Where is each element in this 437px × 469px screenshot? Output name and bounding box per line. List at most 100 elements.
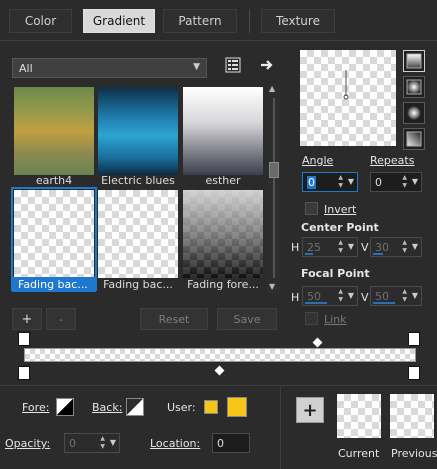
tab-pattern[interactable]: Pattern [163,9,237,33]
focal-h-spinner[interactable]: 50 ▲ ▼ ▼ [302,286,358,306]
sunburst-style-button[interactable] [403,102,425,124]
tab-color[interactable]: Color [9,9,72,33]
radial-style-button[interactable] [403,128,425,150]
user-swatch-small[interactable] [204,400,218,414]
tab-separator [249,9,250,33]
button-label: - [59,312,63,326]
gradient-label: earth4 [35,174,73,187]
center-v-value: 30 [375,240,389,254]
scroll-down-icon[interactable]: ▼ [269,282,275,291]
chevron-down-icon[interactable]: ▼ [412,242,418,251]
gradient-thumb-electric-blues[interactable] [98,87,178,175]
focal-v-spinner[interactable]: 50 ▲ ▼ ▼ [370,286,422,306]
tab-label: Color [24,14,57,28]
back-swatch[interactable] [126,398,144,416]
focal-h-level-bar [305,302,327,304]
location-label-text: Location: [150,437,201,450]
angle-spinner[interactable]: 0 ▲ ▼ ▼ [302,172,358,192]
invert-checkbox[interactable] [305,202,318,215]
category-dropdown[interactable]: All ▼ [12,58,207,78]
focal-v-level-bar [373,302,395,304]
focal-h-label: H [291,291,300,304]
bottom-divider [0,385,437,386]
center-h-label: H [291,241,300,254]
gradient-ramp[interactable] [24,348,416,362]
fore-label-text: Fore: [22,401,50,414]
spinner-arrows-icon[interactable]: ▲ ▼ [100,435,105,451]
spinner-arrows-icon[interactable]: ▲ ▼ [402,174,407,190]
spinner-arrows-icon[interactable]: ▲ ▼ [338,239,343,255]
gradient-label: Fading fore... [187,278,259,291]
previous-preview[interactable] [390,394,434,438]
opacity-label-text: Opacity: [5,437,51,450]
remove-gradient-button[interactable]: - [46,308,76,330]
tab-label: Texture [276,14,320,28]
chevron-down-icon[interactable]: ▼ [110,438,116,447]
opacity-label: Opacity: [5,437,50,450]
scrollbar-track[interactable] [273,98,275,278]
center-v-label: V [361,241,369,254]
scrollbar-thumb[interactable] [269,162,279,178]
arrow-right-icon[interactable] [259,57,275,73]
gradient-thumb-fading-foreground[interactable] [183,190,263,278]
gradient-thumb-earth4[interactable] [14,87,94,175]
chevron-down-icon: ▼ [193,62,200,72]
tab-texture[interactable]: Texture [261,9,335,33]
add-to-presets-button[interactable]: + [296,397,324,423]
chevron-down-icon[interactable]: ▼ [348,291,354,300]
current-label: Current [338,447,380,460]
list-view-icon[interactable] [225,57,241,73]
opacity-spinner[interactable]: 0 ▲ ▼ ▼ [64,433,120,453]
gradient-thumb-fading-background[interactable] [14,190,94,278]
chevron-down-icon[interactable]: ▼ [412,177,418,186]
center-h-spinner[interactable]: 25 ▲ ▼ ▼ [302,237,358,257]
opacity-stop-right[interactable] [408,332,420,346]
preview-divider [280,386,281,469]
link-checkbox[interactable] [305,312,318,325]
spinner-arrows-icon[interactable]: ▲ ▼ [338,174,343,190]
center-v-spinner[interactable]: 30 ▲ ▼ ▼ [370,237,422,257]
previous-label: Previous [391,447,437,460]
chevron-down-icon[interactable]: ▼ [412,291,418,300]
current-preview[interactable] [337,394,381,438]
fore-swatch[interactable] [56,398,74,416]
repeats-value: 0 [375,175,382,189]
focal-h-value: 50 [307,289,321,303]
repeats-label-text: Repeats [370,154,415,167]
scroll-up-icon[interactable]: ▲ [269,84,275,93]
reset-button[interactable]: Reset [140,308,208,330]
user-swatch[interactable] [227,397,247,417]
focal-v-value: 50 [375,289,389,303]
angle-label: Angle [302,154,333,167]
spinner-arrows-icon[interactable]: ▲ ▼ [402,239,407,255]
link-label-text: Link [324,313,347,326]
link-label: Link [324,313,347,326]
tab-divider [0,40,437,41]
rectangular-style-button[interactable] [403,76,425,98]
repeats-spinner[interactable]: 0 ▲ ▼ ▼ [370,172,422,192]
gradient-thumb-fading-background-2[interactable] [98,190,178,278]
chevron-down-icon[interactable]: ▼ [348,242,354,251]
angle-value: 0 [307,175,316,189]
center-v-level-bar [373,253,383,255]
spinner-arrows-icon[interactable]: ▲ ▼ [338,288,343,304]
color-stop-right[interactable] [408,366,420,380]
gradient-list-scrollbar[interactable]: ▲ ▼ [268,84,280,294]
category-value: All [19,61,33,75]
chevron-down-icon[interactable]: ▼ [348,177,354,186]
center-h-level-bar [305,253,313,255]
location-field[interactable]: 0 [212,433,250,453]
location-label: Location: [150,437,200,450]
add-gradient-button[interactable]: + [12,308,42,330]
gradient-thumb-esther[interactable] [183,87,263,175]
back-label: Back: [92,401,122,414]
linear-style-button[interactable] [403,50,425,72]
gradient-preview[interactable] [300,50,396,146]
button-label: + [302,399,318,421]
opacity-stop-left[interactable] [18,332,30,346]
save-button[interactable]: Save [217,308,277,330]
spinner-arrows-icon[interactable]: ▲ ▼ [402,288,407,304]
tab-gradient[interactable]: Gradient [83,9,155,33]
color-stop-left[interactable] [18,366,30,380]
button-label: Save [233,312,261,326]
